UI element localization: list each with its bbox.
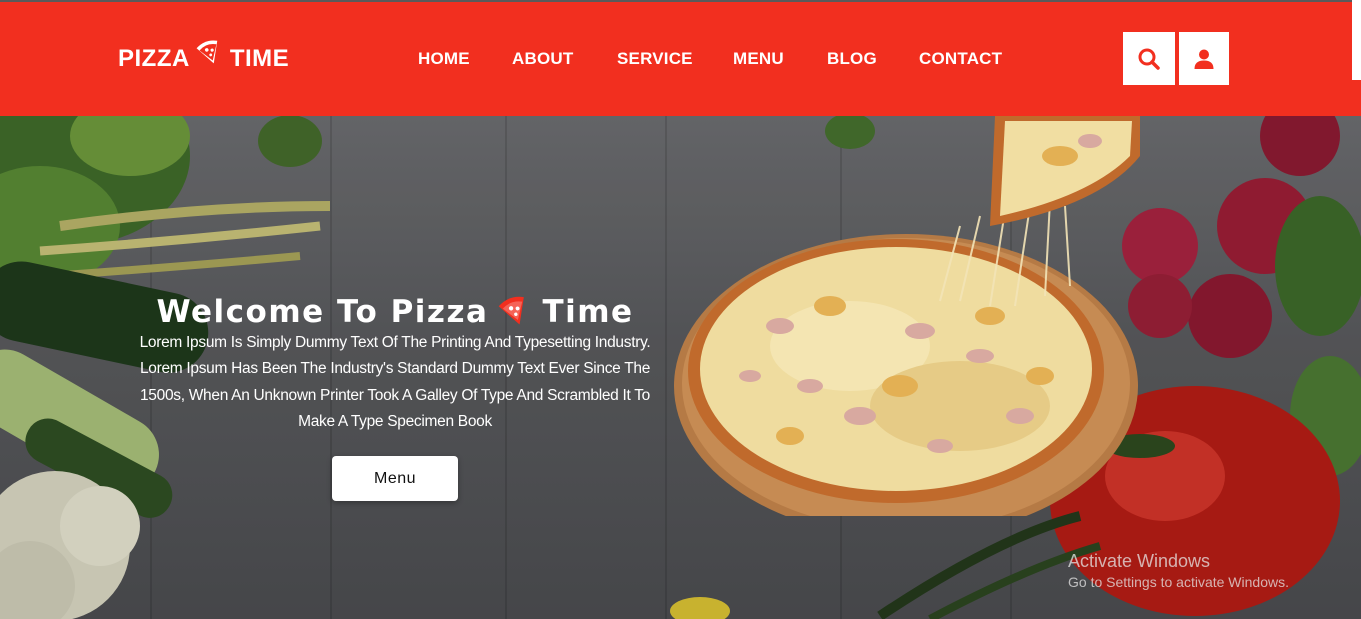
- nav-link-menu[interactable]: MENU: [733, 49, 784, 69]
- nav-link-blog[interactable]: BLOG: [827, 49, 877, 69]
- watermark-subtitle: Go to Settings to activate Windows.: [1068, 574, 1289, 590]
- hero-title-part1: Welcome To Pizza: [156, 294, 489, 330]
- brand-name-part2: TIME: [229, 45, 290, 72]
- brand-logo[interactable]: PIZZA TIME: [118, 40, 290, 75]
- brand-name-part1: PIZZA: [118, 45, 190, 72]
- nav-link-about[interactable]: ABOUT: [512, 49, 573, 69]
- pizza-slice-icon: [499, 296, 525, 325]
- user-account-button[interactable]: [1179, 32, 1229, 85]
- nav-link-contact[interactable]: CONTACT: [919, 49, 1002, 69]
- hero-description: Lorem Ipsum Is Simply Dummy Text Of The …: [139, 334, 651, 430]
- search-icon: [1138, 48, 1160, 70]
- nav-link-home[interactable]: HOME: [418, 49, 470, 69]
- pizza-slice-icon: [196, 39, 224, 67]
- user-icon: [1194, 49, 1214, 69]
- search-button[interactable]: [1123, 32, 1175, 85]
- menu-button[interactable]: Menu: [332, 456, 458, 501]
- site-header: PIZZA TIME HOME ABOUT SERVICE MENU BLOG …: [0, 0, 1361, 116]
- hero-title: Welcome To Pizza Time: [120, 294, 670, 330]
- nav-link-service[interactable]: SERVICE: [617, 49, 693, 69]
- hero-title-part2: Time: [542, 294, 634, 330]
- hero-section: Welcome To Pizza Time Lorem Ipsum Is Sim…: [0, 116, 1361, 619]
- header-edge: [1352, 0, 1361, 80]
- activate-windows-watermark: Activate Windows Go to Settings to activ…: [1068, 550, 1289, 592]
- pizza-image: [674, 116, 1140, 516]
- watermark-title: Activate Windows: [1068, 551, 1211, 571]
